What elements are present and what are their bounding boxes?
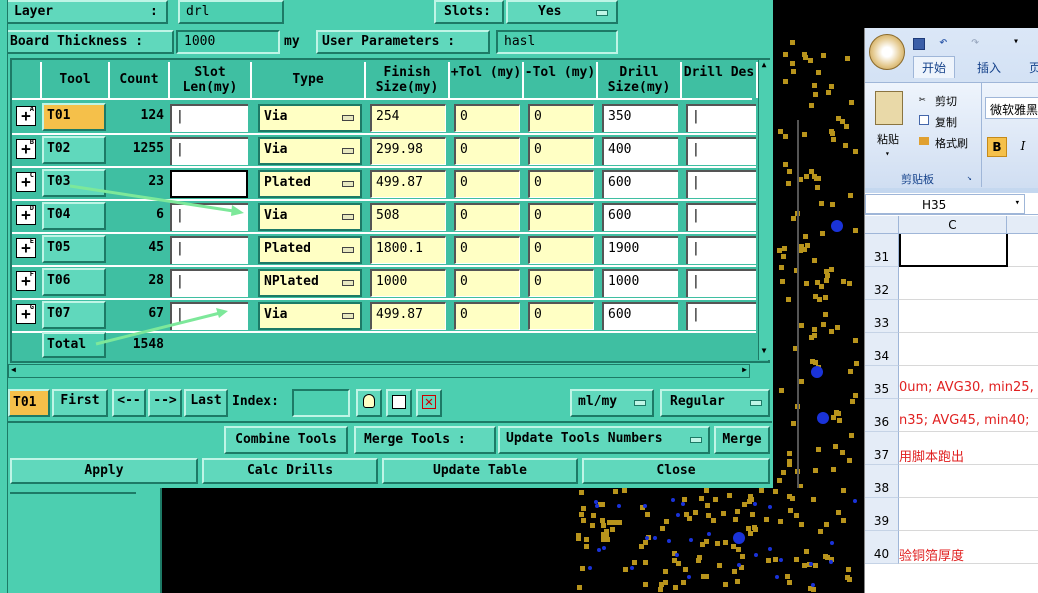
row-header[interactable]: 31 — [865, 234, 899, 267]
col-header-c[interactable]: C — [899, 216, 1007, 234]
selected-cell[interactable] — [899, 234, 1008, 267]
excel-window: ↶ ↷ ▾ 开始 插入 页 粘贴 ▾ ✂ 剪切 复制 格式刷 剪贴板 ↘ 微软雅… — [864, 28, 1038, 593]
save-icon[interactable] — [913, 38, 925, 50]
dialog-launcher-icon[interactable]: ↘ — [967, 173, 972, 182]
cut-label[interactable]: 剪切 — [935, 93, 957, 109]
row-header[interactable]: 38 — [865, 465, 899, 498]
format-painter-icon[interactable] — [919, 137, 929, 145]
copy-label[interactable]: 复制 — [935, 114, 957, 130]
cell-text[interactable]: 用脚本跑出 — [899, 446, 964, 465]
font-name-box[interactable]: 微软雅黑 — [985, 97, 1038, 119]
quick-access-dropdown-icon[interactable]: ▾ — [1013, 36, 1019, 47]
name-box[interactable]: H35 ▾ — [865, 194, 1025, 214]
formula-bar: H35 ▾ — [865, 193, 1038, 215]
paste-label[interactable]: 粘贴 — [877, 131, 899, 147]
paste-icon[interactable] — [875, 91, 903, 125]
arrow-line-1 — [69, 184, 241, 214]
cell-text[interactable]: 验铜箔厚度 — [899, 545, 964, 564]
select-all-corner[interactable] — [865, 216, 899, 234]
row-header[interactable]: 39 — [865, 498, 899, 531]
arrow-head-2 — [216, 308, 228, 318]
row-header[interactable]: 37 — [865, 432, 899, 465]
row-header[interactable]: 36 — [865, 399, 899, 432]
cell-text[interactable]: 0um; AVG30, min25, — [899, 380, 1034, 395]
italic-button[interactable]: I — [1013, 137, 1033, 157]
excel-ribbon: ↶ ↷ ▾ 开始 插入 页 粘贴 ▾ ✂ 剪切 复制 格式刷 剪贴板 ↘ 微软雅… — [865, 28, 1038, 193]
via-pad — [733, 532, 745, 544]
clipboard-group-label: 剪贴板 — [901, 173, 934, 186]
redo-icon[interactable]: ↷ — [971, 34, 979, 50]
bold-button[interactable]: B — [987, 137, 1007, 157]
name-box-dropdown-icon[interactable]: ▾ — [1015, 198, 1020, 208]
scissors-icon[interactable]: ✂ — [919, 93, 926, 106]
annotation-arrows — [69, 184, 244, 346]
row-header[interactable]: 32 — [865, 267, 899, 300]
cell-text[interactable]: n35; AVG45, min40; — [899, 413, 1030, 428]
via-pad — [831, 220, 843, 232]
row-header[interactable]: 35 — [865, 366, 899, 399]
undo-icon[interactable]: ↶ — [939, 34, 947, 50]
row-header[interactable]: 40 — [865, 531, 899, 564]
row-header[interactable]: 34 — [865, 333, 899, 366]
via-pad — [811, 366, 823, 378]
arrow-line-2 — [95, 310, 225, 346]
name-box-value: H35 — [922, 198, 947, 212]
row-header[interactable]: 33 — [865, 300, 899, 333]
copy-icon[interactable] — [919, 115, 929, 125]
tab-insert[interactable]: 插入 — [977, 59, 1001, 76]
arrow-head-1 — [231, 205, 244, 216]
col-header-d[interactable] — [1007, 216, 1038, 234]
format-painter-label[interactable]: 格式刷 — [935, 135, 968, 151]
office-button-icon[interactable] — [869, 34, 905, 70]
paste-dropdown-icon[interactable]: ▾ — [885, 149, 890, 158]
font-name-value: 微软雅黑 — [990, 103, 1038, 117]
background-panel — [0, 488, 162, 593]
via-pad — [817, 412, 829, 424]
tab-page-layout[interactable]: 页 — [1029, 59, 1038, 76]
pcb-view-bottom — [570, 488, 865, 593]
tab-home[interactable]: 开始 — [913, 56, 956, 78]
